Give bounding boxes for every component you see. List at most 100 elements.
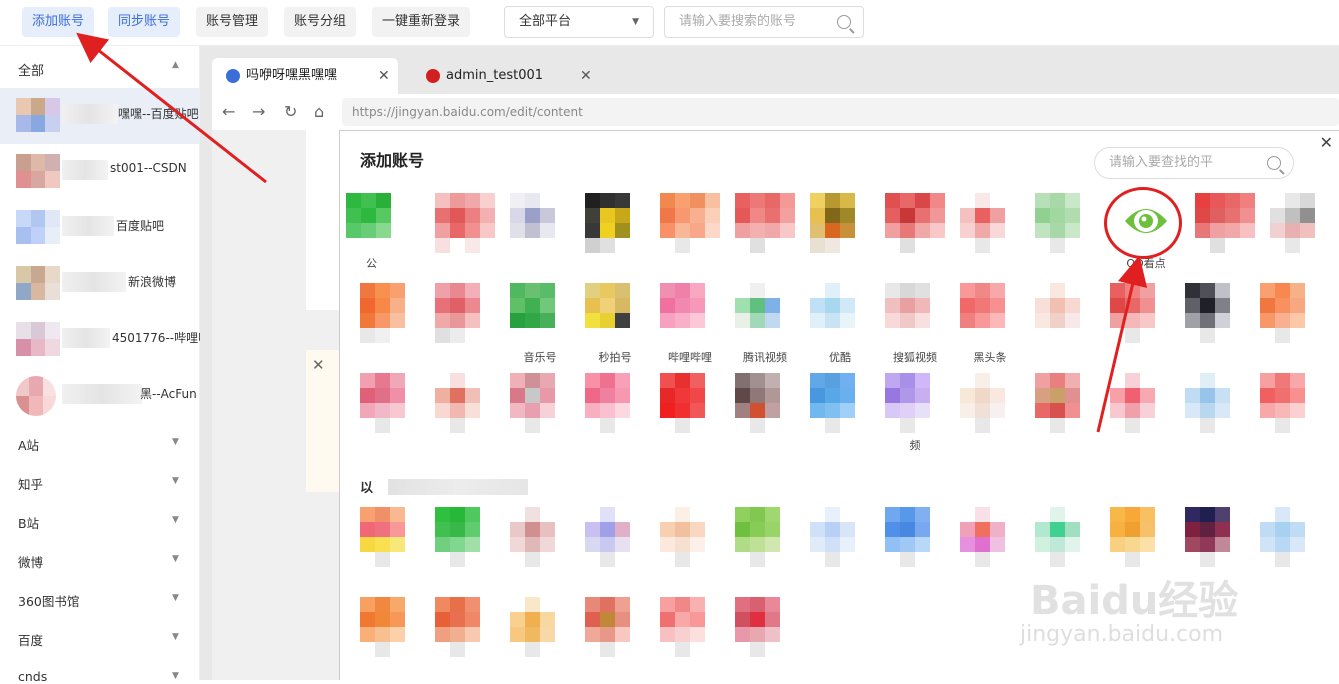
platform-tile[interactable] [585, 597, 645, 657]
platform-tile[interactable] [1260, 373, 1320, 433]
platform-tile[interactable] [360, 597, 420, 657]
account-item[interactable]: 4501776--哔哩哔 [0, 312, 210, 368]
platform-tile[interactable] [1035, 507, 1095, 567]
platform-tile[interactable] [735, 283, 795, 343]
group-a-station[interactable]: A站 [18, 435, 39, 454]
group-baidu[interactable]: 百度 [18, 630, 43, 649]
platform-tile[interactable] [346, 193, 406, 253]
chevron-up-icon[interactable]: ▲ [172, 60, 179, 70]
platform-tile[interactable] [1035, 193, 1095, 253]
platform-tile[interactable] [1195, 193, 1255, 253]
account-search-input[interactable]: 请输入要搜索的账号 [664, 6, 864, 38]
platform-tile[interactable] [510, 193, 570, 253]
sync-account-button[interactable]: 同步账号 [108, 7, 181, 37]
platform-tile[interactable] [1110, 507, 1170, 567]
platform-tile[interactable] [435, 193, 495, 253]
platform-tile[interactable] [810, 507, 870, 567]
chevron-down-icon[interactable]: ▼ [172, 632, 179, 642]
platform-tile[interactable] [735, 507, 795, 567]
platform-tile[interactable] [360, 283, 420, 343]
tab-baidu[interactable]: 吗咿呀嘿黑嘿嘿 ✕ [212, 58, 398, 94]
platform-tile[interactable] [960, 373, 1020, 433]
platform-tile[interactable] [1185, 373, 1245, 433]
refresh-icon[interactable]: ↻ [284, 102, 297, 121]
chevron-down-icon[interactable]: ▼ [172, 515, 179, 525]
account-manage-button[interactable]: 账号管理 [196, 7, 269, 37]
url-bar[interactable]: https://jingyan.baidu.com/edit/content [342, 98, 1339, 126]
chevron-down-icon[interactable]: ▼ [172, 437, 179, 447]
platform-tile[interactable] [960, 193, 1020, 253]
close-icon[interactable]: ✕ [378, 58, 390, 94]
platform-tile[interactable] [660, 507, 720, 567]
account-item[interactable]: 嘿嘿--百度贴吧 [0, 88, 200, 144]
platform-tile[interactable] [735, 193, 795, 253]
platform-tile[interactable] [960, 507, 1020, 567]
account-group-button[interactable]: 账号分组 [284, 7, 357, 37]
platform-tile[interactable] [510, 283, 570, 343]
platform-tile[interactable] [885, 373, 945, 433]
platform-tile[interactable] [735, 597, 795, 657]
platform-tile[interactable] [360, 507, 420, 567]
chevron-down-icon[interactable]: ▼ [172, 593, 179, 603]
platform-tile[interactable] [810, 373, 870, 433]
platform-tile[interactable] [510, 507, 570, 567]
platform-tile[interactable] [435, 597, 495, 657]
close-icon[interactable]: ✕ [580, 58, 592, 94]
account-name: st001--CSDN [110, 161, 187, 175]
platform-tile[interactable] [660, 193, 720, 253]
group-b-station[interactable]: B站 [18, 513, 39, 532]
platform-tile[interactable] [360, 373, 420, 433]
platform-tile[interactable] [585, 507, 645, 567]
platform-tile[interactable] [585, 193, 645, 253]
close-icon[interactable]: ✕ [1320, 133, 1333, 152]
platform-tile[interactable] [1110, 373, 1170, 433]
account-item[interactable]: 新浪微博 [0, 256, 200, 312]
platform-select[interactable]: 全部平台 ▼ [504, 6, 654, 38]
platform-tile[interactable] [810, 283, 870, 343]
platform-tile[interactable] [885, 283, 945, 343]
account-item[interactable]: 百度贴吧 [0, 200, 200, 256]
group-360-library[interactable]: 360图书馆 [18, 591, 79, 610]
platform-tile[interactable] [510, 597, 570, 657]
platform-tile[interactable] [960, 283, 1020, 343]
group-weibo[interactable]: 微博 [18, 552, 43, 571]
sidebar-all-label[interactable]: 全部 [18, 60, 44, 79]
platform-tile[interactable] [585, 373, 645, 433]
platform-tile[interactable] [1110, 283, 1170, 343]
home-icon[interactable]: ⌂ [314, 102, 324, 121]
chevron-down-icon[interactable]: ▼ [172, 554, 179, 564]
platform-tile[interactable] [1260, 283, 1320, 343]
platform-tile[interactable] [1035, 283, 1095, 343]
platform-tile[interactable] [810, 193, 870, 253]
platform-tile[interactable] [585, 283, 645, 343]
platform-tile[interactable] [435, 373, 495, 433]
platform-tile[interactable] [1270, 193, 1330, 253]
account-item[interactable]: st001--CSDN [0, 144, 200, 200]
platform-tile[interactable] [1260, 507, 1320, 567]
close-icon[interactable]: ✕ [312, 356, 325, 374]
platform-tile[interactable] [1185, 507, 1245, 567]
group-zhihu[interactable]: 知乎 [18, 474, 43, 493]
platform-tile[interactable] [660, 283, 720, 343]
back-arrow-icon[interactable]: ← [222, 102, 235, 121]
platform-tile[interactable] [660, 597, 720, 657]
platform-tile[interactable] [435, 283, 495, 343]
platform-tile[interactable] [1035, 373, 1095, 433]
group-cnds[interactable]: cnds [18, 669, 47, 684]
account-item[interactable]: 黑--AcFun [0, 368, 200, 424]
platform-tile[interactable] [885, 193, 945, 253]
platform-tile[interactable] [660, 373, 720, 433]
add-account-button[interactable]: 添加账号 [22, 7, 95, 37]
platform-tile[interactable] [510, 373, 570, 433]
tab-csdn[interactable]: admin_test001 ✕ [412, 58, 602, 94]
search-icon[interactable] [1267, 156, 1281, 170]
platform-tile[interactable] [435, 507, 495, 567]
forward-arrow-icon[interactable]: → [252, 102, 265, 121]
platform-tile[interactable] [1185, 283, 1245, 343]
platform-tile[interactable] [735, 373, 795, 433]
chevron-down-icon[interactable]: ▼ [172, 476, 179, 486]
relogin-button[interactable]: 一键重新登录 [372, 7, 471, 37]
search-icon[interactable] [837, 15, 851, 29]
platform-search-input[interactable]: 请输入要查找的平 [1094, 147, 1294, 179]
platform-tile[interactable] [885, 507, 945, 567]
